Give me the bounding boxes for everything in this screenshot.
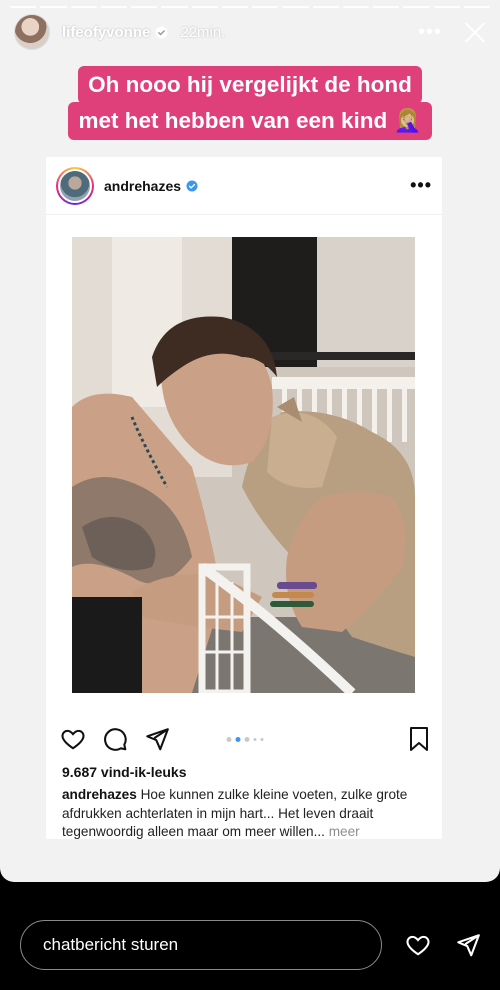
message-input[interactable]: chatbericht sturen: [20, 920, 382, 970]
send-icon[interactable]: [454, 932, 482, 958]
progress-segment: [161, 6, 188, 8]
story-progress-bar: [10, 6, 490, 8]
carousel-dot: [235, 736, 241, 742]
post-photo: [72, 237, 415, 693]
progress-segment: [100, 6, 127, 8]
like-count[interactable]: 9.687 vind-ik-leuks: [62, 764, 187, 780]
story-username[interactable]: lifeofyvonne: [62, 24, 150, 41]
progress-segment: [282, 6, 309, 8]
story-frame[interactable]: lifeofyvonne 22min. ••• Oh nooo hij verg…: [0, 0, 500, 882]
shared-post-card[interactable]: andrehazes ••• 9.687 vind-ik-leuks andre…: [46, 157, 442, 839]
post-caption: andrehazes Hoe kunnen zulke kleine voete…: [62, 786, 432, 842]
story-header: lifeofyvonne 22min. •••: [14, 14, 486, 50]
progress-segment: [40, 6, 67, 8]
story-reply-bar: chatbericht sturen: [0, 882, 500, 990]
bookmark-icon[interactable]: [408, 726, 430, 752]
verified-badge-icon: [186, 180, 198, 191]
progress-segment: [433, 6, 460, 8]
carousel-dot: [253, 737, 257, 741]
more-options-icon[interactable]: •••: [418, 21, 442, 44]
post-actions: [60, 725, 430, 753]
caption-line-1: Oh nooo hij vergelijkt de hond: [78, 66, 422, 104]
progress-segment: [403, 6, 430, 8]
comment-icon[interactable]: [102, 726, 128, 752]
progress-segment: [463, 6, 490, 8]
post-header: andrehazes •••: [46, 157, 442, 215]
post-more-icon[interactable]: •••: [410, 175, 432, 196]
progress-segment: [191, 6, 218, 8]
verified-badge-icon: [155, 26, 168, 38]
story-caption: Oh nooo hij vergelijkt de hond met het h…: [44, 66, 456, 140]
post-avatar[interactable]: [56, 166, 94, 205]
progress-segment: [312, 6, 339, 8]
progress-segment: [252, 6, 279, 8]
heart-icon[interactable]: [60, 726, 86, 752]
progress-segment: [221, 6, 248, 8]
carousel-dot: [244, 736, 250, 742]
carousel-dot: [226, 736, 232, 742]
story-timestamp: 22min.: [180, 23, 226, 41]
progress-segment: [131, 6, 158, 8]
caption-username[interactable]: andrehazes: [62, 787, 137, 802]
story-avatar[interactable]: [14, 14, 50, 50]
send-icon[interactable]: [144, 726, 170, 752]
progress-segment: [373, 6, 400, 8]
progress-segment: [10, 6, 37, 8]
progress-segment: [70, 6, 97, 8]
heart-icon[interactable]: [404, 932, 432, 958]
more-link[interactable]: meer: [325, 824, 360, 839]
close-icon[interactable]: [464, 21, 486, 43]
caption-line-2: met het hebben van een kind 🤦🏼‍♀️: [68, 102, 432, 140]
post-username[interactable]: andrehazes: [104, 178, 181, 194]
carousel-indicator: [226, 736, 264, 742]
carousel-dot: [260, 737, 264, 741]
progress-segment: [342, 6, 369, 8]
